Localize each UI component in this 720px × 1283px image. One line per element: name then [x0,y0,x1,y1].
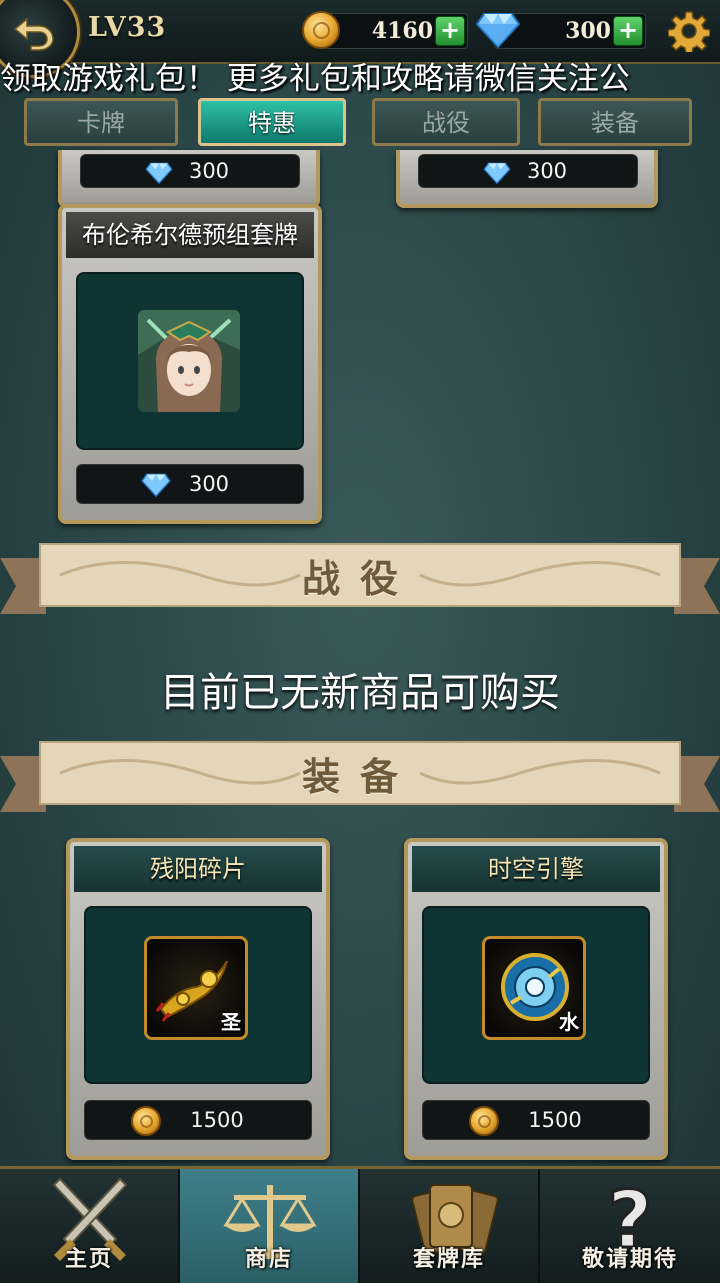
price-value: 1500 [528,1108,582,1132]
card-image-panel [76,272,304,450]
gem-amount: 300 [565,18,611,44]
nav-label: 套牌库 [412,1247,485,1272]
gold-counter: 4160 + [318,13,468,49]
announcement-marquee: 领取游戏礼包！ 更多礼包和攻略请微信关注公 [0,62,630,96]
card-title: 布伦希尔德预组套牌 [66,212,314,258]
offer-card-partial-right[interactable]: 300 [396,150,658,208]
nav-deck-library[interactable]: 套牌库 [360,1169,540,1283]
nav-label: 敬请期待 [581,1247,678,1272]
price-value: 300 [188,159,230,183]
nav-coming-soon[interactable]: ? 敬请期待 [540,1169,720,1283]
price-tag: 1500 [422,1100,650,1140]
price-value: 300 [188,472,230,496]
tab-cards[interactable]: 卡牌 [24,98,178,146]
add-gems-button[interactable]: + [613,16,643,46]
no-items-message: 目前已无新商品可购买 [160,670,560,716]
character-portrait [138,310,240,412]
nav-home[interactable]: 主页 [0,1169,180,1283]
nav-label: 主页 [64,1247,113,1272]
section-banner-equipment: 装备 [0,738,720,824]
tab-special-offers[interactable]: 特惠 [198,98,346,146]
element-label: 圣 [221,1010,241,1034]
section-title: 战役 [301,556,418,601]
nav-shop[interactable]: 商店 [180,1169,360,1283]
add-gold-button[interactable]: + [435,16,465,46]
gold-coin-icon [302,11,340,49]
price-value: 1500 [190,1108,244,1132]
bottom-navigation: 主页 商店 套牌库 ? 敬请期待 [0,1166,720,1283]
diamond-icon [476,13,520,48]
price-value: 300 [526,159,568,183]
gold-amount: 4160 [371,18,433,44]
card-image-panel: 圣 [84,906,312,1084]
deck-offer-card[interactable]: 布伦希尔德预组套牌 300 [58,204,322,524]
section-banner-campaign: 战役 [0,540,720,626]
equipment-card-sunset-fragment[interactable]: 残阳碎片 圣 1500 [66,838,330,1160]
tab-campaign[interactable]: 战役 [372,98,520,146]
back-arrow-icon [13,17,54,51]
player-level: LV33 [88,12,167,43]
offer-card-partial-left[interactable]: 300 [58,150,320,208]
card-title: 时空引擎 [412,846,660,892]
element-label: 水 [559,1010,579,1034]
nav-label: 商店 [244,1247,293,1272]
tab-equipment[interactable]: 装备 [538,98,692,146]
settings-gear-icon[interactable] [668,10,710,52]
price-tag: 1500 [84,1100,312,1140]
price-tag: 300 [418,154,638,188]
equipment-card-spacetime-engine[interactable]: 时空引擎 水 1500 [404,838,668,1160]
section-title: 装备 [301,754,418,799]
equipment-icon-frame: 水 [482,936,586,1040]
price-tag: 300 [80,154,300,188]
top-bar: LV33 4160 + 300 + [0,0,720,78]
card-title: 残阳碎片 [74,846,322,892]
price-tag: 300 [76,464,304,504]
equipment-icon-frame: 圣 [144,936,248,1040]
card-image-panel: 水 [422,906,650,1084]
